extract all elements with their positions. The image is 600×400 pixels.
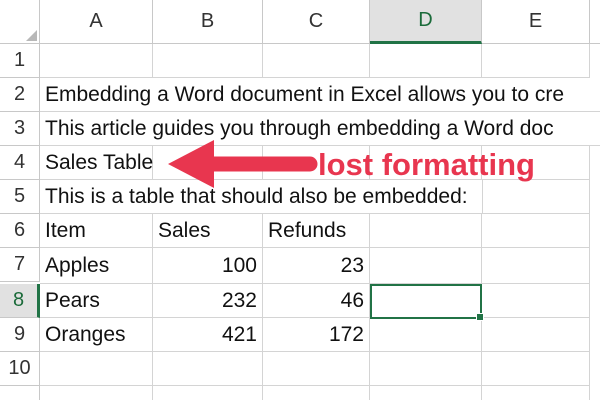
row-header-11[interactable] bbox=[0, 386, 40, 400]
active-cell-selection[interactable] bbox=[370, 284, 484, 321]
cell-a5[interactable]: This is a table that should also be embe… bbox=[40, 180, 490, 214]
row-header-5[interactable]: 5 bbox=[0, 180, 40, 214]
spreadsheet-grid: A B C D E 1 2 3 4 5 6 7 8 9 10 Embedding… bbox=[0, 0, 600, 400]
column-header-c[interactable]: C bbox=[263, 0, 370, 44]
cell-a8[interactable]: Pears bbox=[40, 284, 153, 318]
cell-d6[interactable] bbox=[370, 214, 482, 248]
cell-a1[interactable] bbox=[40, 44, 153, 78]
cell-b11[interactable] bbox=[153, 386, 263, 400]
cell-a6[interactable]: Item bbox=[40, 214, 153, 248]
cell-c9[interactable]: 172 bbox=[263, 318, 370, 352]
cell-b8[interactable]: 232 bbox=[153, 284, 263, 318]
column-header-f[interactable] bbox=[590, 0, 600, 44]
cell-d10[interactable] bbox=[370, 352, 482, 386]
cell-b7[interactable]: 100 bbox=[153, 248, 263, 284]
cell-d4[interactable] bbox=[370, 146, 482, 180]
cell-c4[interactable] bbox=[263, 146, 370, 180]
cell-d11[interactable] bbox=[370, 386, 482, 400]
cell-c7[interactable]: 23 bbox=[263, 248, 370, 284]
cell-c10[interactable] bbox=[263, 352, 370, 386]
cell-e11[interactable] bbox=[482, 386, 590, 400]
cell-b6[interactable]: Sales bbox=[153, 214, 263, 248]
cell-b4[interactable] bbox=[153, 146, 263, 180]
select-all-triangle-icon bbox=[26, 30, 37, 41]
cell-a4[interactable]: Sales Table bbox=[40, 146, 153, 180]
cell-a3[interactable]: This article guides you through embeddin… bbox=[40, 112, 600, 146]
cell-e1[interactable] bbox=[482, 44, 590, 78]
cell-c8[interactable]: 46 bbox=[263, 284, 370, 318]
cell-d1[interactable] bbox=[370, 44, 482, 78]
column-header-b[interactable]: B bbox=[153, 0, 263, 44]
row-header-1[interactable]: 1 bbox=[0, 44, 40, 78]
cell-e10[interactable] bbox=[482, 352, 590, 386]
cell-e4[interactable] bbox=[482, 146, 590, 180]
row-header-8[interactable]: 8 bbox=[0, 284, 40, 318]
cell-a2[interactable]: Embedding a Word document in Excel allow… bbox=[40, 78, 600, 112]
column-header-a[interactable]: A bbox=[40, 0, 153, 44]
cell-b1[interactable] bbox=[153, 44, 263, 78]
cell-a11[interactable] bbox=[40, 386, 153, 400]
column-header-d[interactable]: D bbox=[370, 0, 482, 44]
cell-a9[interactable]: Oranges bbox=[40, 318, 153, 352]
row-header-3[interactable]: 3 bbox=[0, 112, 40, 146]
column-header-e[interactable]: E bbox=[482, 0, 590, 44]
row-header-2[interactable]: 2 bbox=[0, 78, 40, 112]
fill-handle[interactable] bbox=[476, 313, 484, 321]
cell-e7[interactable] bbox=[482, 248, 590, 284]
row-header-10[interactable]: 10 bbox=[0, 352, 40, 386]
cell-b10[interactable] bbox=[153, 352, 263, 386]
cell-a10[interactable] bbox=[40, 352, 153, 386]
cell-c1[interactable] bbox=[263, 44, 370, 78]
cell-e5[interactable] bbox=[482, 180, 590, 214]
row-header-7[interactable]: 7 bbox=[0, 248, 40, 282]
cell-b9[interactable]: 421 bbox=[153, 318, 263, 352]
cell-e8[interactable] bbox=[482, 284, 590, 318]
cell-c11[interactable] bbox=[263, 386, 370, 400]
cell-e9[interactable] bbox=[482, 318, 590, 352]
cell-d9[interactable] bbox=[370, 318, 482, 352]
cell-a7[interactable]: Apples bbox=[40, 248, 153, 284]
cell-d7[interactable] bbox=[370, 248, 482, 284]
row-header-6[interactable]: 6 bbox=[0, 214, 40, 248]
row-header-9[interactable]: 9 bbox=[0, 318, 40, 352]
cell-c6[interactable]: Refunds bbox=[263, 214, 370, 248]
select-all-corner[interactable] bbox=[0, 0, 40, 44]
row-header-4[interactable]: 4 bbox=[0, 146, 40, 180]
cell-e6[interactable] bbox=[482, 214, 590, 248]
